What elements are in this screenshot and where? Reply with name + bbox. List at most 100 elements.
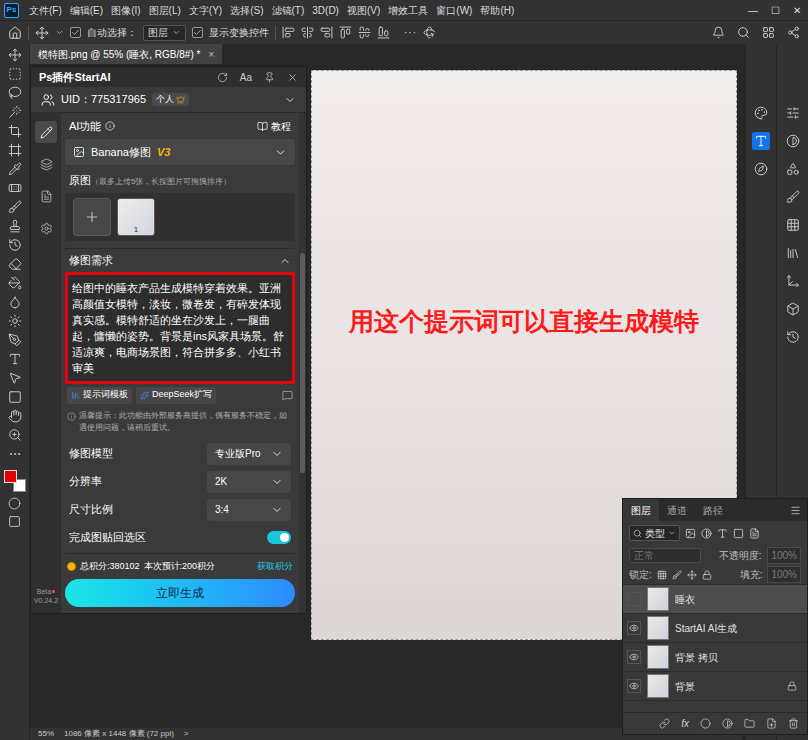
info-icon[interactable] — [105, 121, 115, 131]
layers-icon[interactable] — [40, 158, 53, 171]
color-icon[interactable] — [754, 106, 768, 120]
align-top-icon[interactable] — [339, 26, 352, 39]
menu-item[interactable]: 增效工具 — [384, 3, 432, 18]
menu-item[interactable]: 文件(F) — [25, 3, 66, 18]
get-points-link[interactable]: 获取积分 — [257, 560, 293, 574]
side-nav-item[interactable] — [35, 121, 57, 143]
prompt-textarea[interactable]: 给图中的睡衣产品生成模特穿着效果。亚洲高颜值女模特，淡妆，微卷发，有碎发体现真实… — [65, 272, 295, 384]
collapse-icon[interactable] — [279, 255, 291, 267]
menu-item[interactable]: 窗口(W) — [432, 3, 476, 18]
target-select[interactable]: 图层 — [143, 25, 186, 41]
workspace-icon[interactable] — [762, 26, 775, 39]
frame-icon[interactable] — [8, 143, 22, 157]
more-button[interactable]: ··· — [404, 25, 417, 40]
brush-icon[interactable] — [8, 200, 22, 214]
new-layer-icon[interactable] — [766, 718, 777, 729]
search-icon[interactable] — [737, 26, 750, 39]
zoom-level[interactable]: 55% — [38, 728, 54, 740]
visibility-toggle[interactable] — [627, 621, 641, 635]
fx-button[interactable]: fx — [681, 716, 689, 731]
path-select-icon[interactable] — [8, 371, 22, 385]
generate-button[interactable]: 立即生成 — [65, 579, 295, 607]
prompt-tool-button[interactable]: 提示词模板 — [67, 387, 132, 404]
swatches-icon[interactable] — [786, 218, 800, 232]
layer-row[interactable]: 背景 拷贝 — [623, 643, 807, 672]
menu-item[interactable]: 滤镜(T) — [268, 3, 309, 18]
link-icon[interactable] — [659, 718, 670, 729]
filter-shape-icon[interactable] — [733, 528, 744, 539]
side-nav-item[interactable] — [35, 185, 57, 207]
menu-item[interactable]: 图层(L) — [145, 3, 185, 18]
brush-settings-icon[interactable] — [786, 190, 800, 204]
layer-row[interactable]: 背景 — [623, 672, 807, 701]
panel-tab[interactable]: 图层 — [623, 499, 659, 521]
pen-icon[interactable] — [8, 333, 22, 347]
setting-select[interactable]: 2K — [207, 471, 291, 493]
visibility-toggle[interactable] — [627, 650, 641, 664]
filter-select[interactable]: 类型 — [629, 525, 680, 541]
caret-icon[interactable] — [55, 28, 64, 37]
pin-icon[interactable] — [264, 72, 275, 83]
marquee-icon[interactable] — [8, 67, 22, 81]
history-icon[interactable] — [786, 330, 800, 344]
window-control[interactable]: ✕ — [786, 3, 808, 18]
close-icon[interactable] — [287, 72, 298, 83]
share-icon[interactable] — [787, 26, 800, 39]
3d-icon[interactable] — [786, 274, 800, 288]
window-control[interactable]: ☐ — [764, 3, 786, 18]
document-tab[interactable]: 模特图.png @ 55% (睡衣, RGB/8#) *× — [30, 44, 222, 64]
gradient-icon[interactable] — [8, 276, 22, 290]
screen-mode-icon[interactable] — [8, 515, 21, 528]
lock-all-icon[interactable] — [702, 570, 712, 580]
blur-icon[interactable] — [8, 295, 22, 309]
account-badge[interactable]: 个人 — [152, 93, 189, 107]
history-icon[interactable] — [282, 390, 293, 401]
hand-icon[interactable] — [8, 409, 22, 423]
character-icon[interactable] — [754, 134, 768, 148]
zoom-icon[interactable] — [8, 428, 22, 442]
side-nav-item[interactable] — [35, 153, 57, 175]
mask-icon[interactable] — [700, 718, 711, 729]
eraser-icon[interactable] — [8, 257, 22, 271]
trash-icon[interactable] — [788, 718, 799, 729]
materials-icon[interactable] — [786, 302, 800, 316]
align-left-icon[interactable] — [282, 26, 295, 39]
chevron-down-icon[interactable] — [284, 94, 296, 106]
rectangle-icon[interactable] — [8, 390, 22, 404]
quick-mask-icon[interactable] — [8, 497, 21, 510]
chevron-down-icon[interactable] — [271, 504, 283, 516]
tutorial-link[interactable]: 教程 — [257, 119, 291, 134]
adjustments-icon[interactable] — [786, 134, 800, 148]
dodge-icon[interactable] — [8, 314, 22, 328]
history-brush-icon[interactable] — [8, 238, 22, 252]
healing-icon[interactable] — [8, 181, 22, 195]
group-icon[interactable] — [744, 718, 755, 729]
window-control[interactable]: — — [742, 3, 764, 18]
prompt-tool-button[interactable]: DeepSeek扩写 — [136, 387, 216, 404]
bell-icon[interactable] — [712, 26, 725, 39]
menu-item[interactable]: 文字(Y) — [185, 3, 226, 18]
chevron-down-icon[interactable] — [271, 448, 283, 460]
panel-tab[interactable]: 路径 — [695, 499, 731, 521]
menu-item[interactable]: 3D(D) — [308, 3, 343, 18]
adjustment-layer-icon[interactable] — [722, 718, 733, 729]
align-middle-icon[interactable] — [358, 26, 371, 39]
setting-select[interactable]: 专业版Pro — [207, 443, 291, 465]
upload-button[interactable] — [73, 198, 111, 236]
stamp-icon[interactable] — [8, 219, 22, 233]
foreground-swatch[interactable] — [4, 470, 17, 483]
visibility-toggle[interactable] — [627, 679, 641, 693]
font-button[interactable]: Aa — [240, 70, 252, 85]
menu-item[interactable]: 选择(S) — [226, 3, 267, 18]
visibility-toggle[interactable] — [627, 592, 641, 606]
chevron-down-icon[interactable] — [271, 476, 283, 488]
lock-position-icon[interactable] — [687, 570, 697, 580]
shapes-icon[interactable] — [786, 162, 800, 176]
chevron-down-icon[interactable] — [274, 146, 287, 159]
filter-type-icon[interactable] — [717, 528, 728, 539]
libraries-icon[interactable] — [786, 246, 800, 260]
lock-icon[interactable] — [787, 681, 797, 691]
auto-select-checkbox[interactable] — [70, 27, 81, 38]
menu-item[interactable]: 图像(I) — [107, 3, 144, 18]
refresh-icon[interactable] — [217, 72, 228, 83]
